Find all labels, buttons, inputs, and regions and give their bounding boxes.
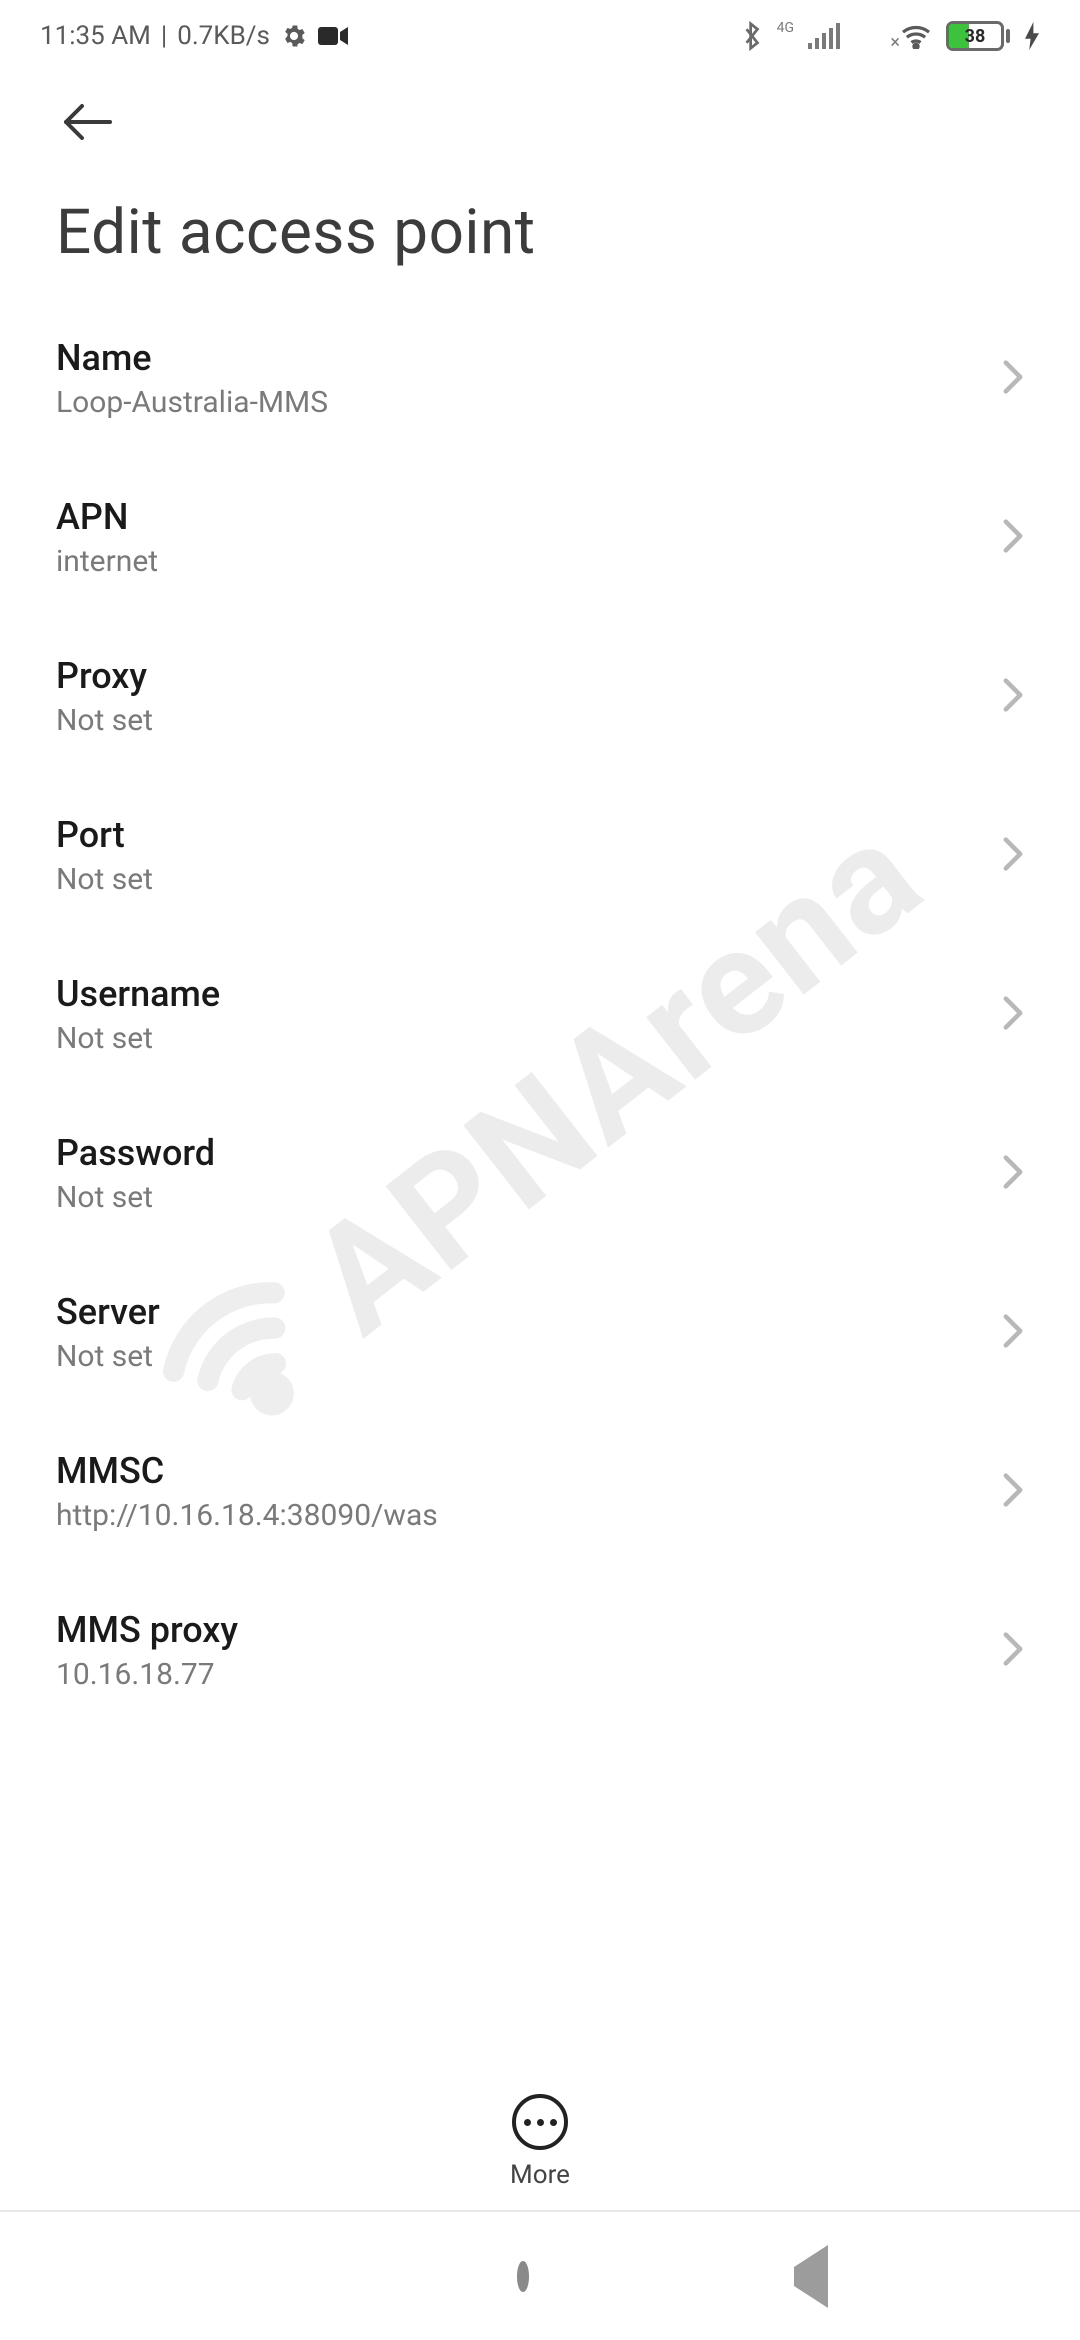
nav-home-button[interactable] (517, 2267, 529, 2286)
setting-value: Not set (56, 1180, 215, 1215)
setting-label: Password (56, 1132, 215, 1174)
wifi-icon (900, 23, 932, 49)
setting-value: Not set (56, 1021, 220, 1056)
chevron-right-icon (1002, 518, 1024, 558)
setting-row-port[interactable]: Port Not set (0, 776, 1080, 935)
setting-label: Server (56, 1291, 160, 1333)
setting-label: MMSC (56, 1450, 438, 1492)
status-bar: 11:35 AM | 0.7KB/s 4G 38 (0, 0, 1080, 72)
gear-icon (280, 22, 308, 50)
battery-icon: 38 (946, 21, 1010, 51)
back-button[interactable] (56, 102, 120, 146)
settings-list: APNArena Name Loop-Australia-MMS APN int… (0, 299, 1080, 2004)
setting-label: Name (56, 337, 328, 379)
more-button[interactable]: More (0, 2094, 1080, 2190)
network-type-label: 4G (777, 20, 794, 36)
chevron-right-icon (1002, 1313, 1024, 1353)
setting-row-username[interactable]: Username Not set (0, 935, 1080, 1094)
setting-row-proxy[interactable]: Proxy Not set (0, 617, 1080, 776)
chevron-right-icon (1002, 995, 1024, 1035)
setting-row-mms-proxy[interactable]: MMS proxy 10.16.18.77 (0, 1571, 1080, 1730)
chevron-right-icon (1002, 1631, 1024, 1671)
setting-row-mmsc[interactable]: MMSC http://10.16.18.4:38090/was (0, 1412, 1080, 1571)
setting-value: Not set (56, 1339, 160, 1374)
battery-percent: 38 (949, 24, 1001, 48)
setting-value: internet (56, 544, 158, 579)
nav-back-button[interactable] (794, 2267, 828, 2286)
page-title: Edit access point (0, 156, 1080, 299)
setting-label: MMS proxy (56, 1609, 238, 1651)
more-label: More (510, 2160, 570, 2190)
signal-sim2-no-service-icon (854, 23, 886, 49)
chevron-right-icon (1002, 836, 1024, 876)
chevron-right-icon (1002, 677, 1024, 717)
header (0, 72, 1080, 156)
status-bar-left: 11:35 AM | 0.7KB/s (40, 21, 348, 51)
setting-label: Username (56, 973, 220, 1015)
setting-value: 10.16.18.77 (56, 1657, 238, 1692)
chevron-right-icon (1002, 1472, 1024, 1512)
status-bar-right: 4G 38 (741, 21, 1040, 51)
status-divider: | (161, 21, 167, 51)
android-nav-bar (0, 2210, 1080, 2340)
setting-label: Proxy (56, 655, 153, 697)
setting-row-name[interactable]: Name Loop-Australia-MMS (0, 299, 1080, 458)
setting-row-password[interactable]: Password Not set (0, 1094, 1080, 1253)
chevron-right-icon (1002, 359, 1024, 399)
setting-row-apn[interactable]: APN internet (0, 458, 1080, 617)
camera-icon (318, 25, 348, 47)
setting-label: APN (56, 496, 158, 538)
setting-value: Not set (56, 703, 153, 738)
status-data-rate: 0.7KB/s (177, 21, 270, 51)
setting-row-server[interactable]: Server Not set (0, 1253, 1080, 1412)
charging-bolt-icon (1024, 22, 1040, 50)
setting-label: Port (56, 814, 153, 856)
bluetooth-icon (741, 21, 763, 51)
setting-value: Not set (56, 862, 153, 897)
more-horizontal-icon (512, 2094, 568, 2150)
setting-value: http://10.16.18.4:38090/was (56, 1498, 438, 1533)
chevron-right-icon (1002, 1154, 1024, 1194)
setting-value: Loop-Australia-MMS (56, 385, 328, 420)
status-time: 11:35 AM (40, 21, 151, 51)
signal-sim1-icon (808, 23, 840, 49)
